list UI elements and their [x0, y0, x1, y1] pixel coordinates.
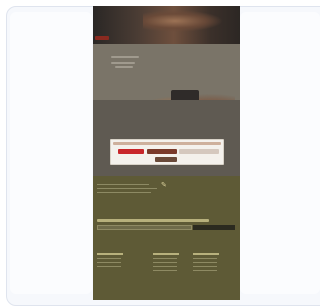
reject-button[interactable] [179, 149, 219, 154]
promo-text [111, 62, 135, 64]
footer-link[interactable] [193, 262, 217, 263]
promo-text [111, 56, 139, 58]
footer-heading [97, 253, 123, 255]
footer-link[interactable] [97, 258, 121, 259]
promo-text [115, 66, 133, 68]
preview-right-panel [240, 12, 320, 294]
hero-banner [93, 6, 240, 44]
footer-column [193, 253, 233, 300]
text-line [97, 192, 151, 193]
hero-badge[interactable] [95, 36, 109, 40]
newsletter-submit-button[interactable] [193, 225, 235, 230]
footer-column [153, 253, 193, 300]
text-line [97, 188, 157, 189]
footer-link[interactable] [153, 266, 177, 267]
footer-link[interactable] [97, 262, 121, 263]
footer-heading [193, 253, 219, 255]
pen-icon: ✎ [161, 181, 167, 189]
consent-message [113, 142, 221, 145]
newsletter-email-input[interactable] [97, 225, 192, 230]
footer-link[interactable] [153, 258, 177, 259]
footer-link[interactable] [193, 258, 217, 259]
accept-button[interactable] [118, 149, 144, 154]
footer-column [97, 253, 137, 300]
consent-modal [110, 139, 224, 165]
footer-heading [153, 253, 179, 255]
hero-image [143, 10, 223, 32]
footer-link[interactable] [153, 262, 177, 263]
promo-section [93, 44, 240, 136]
footer-link[interactable] [97, 266, 121, 267]
footer-link[interactable] [193, 270, 217, 271]
preview-left-panel [10, 12, 92, 294]
footer-link[interactable] [193, 266, 217, 267]
more-options-button[interactable] [155, 157, 177, 162]
settings-button[interactable] [147, 149, 177, 154]
text-line [97, 184, 149, 185]
footer-link[interactable] [153, 270, 177, 271]
newsletter-title [97, 219, 209, 222]
